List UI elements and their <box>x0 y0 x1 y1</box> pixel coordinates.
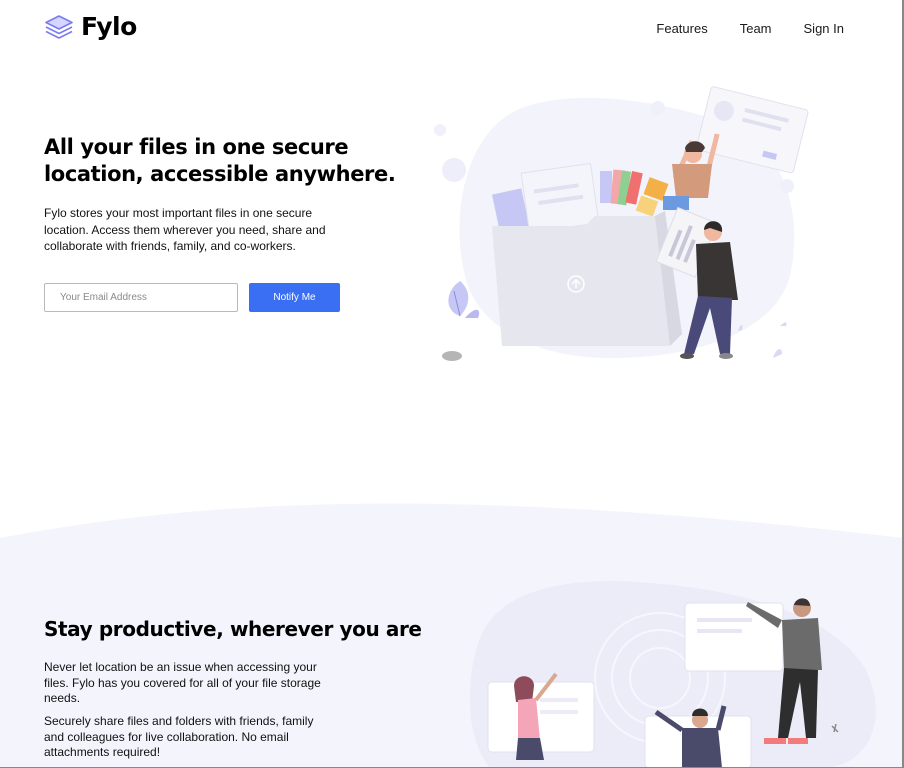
logo[interactable]: Fylo <box>44 12 137 41</box>
main-nav: Features Team Sign In <box>656 21 844 36</box>
hero-title: All your files in one secure location, a… <box>44 135 396 186</box>
section-title: Stay productive, wherever you are <box>44 617 422 641</box>
notify-me-button[interactable]: Notify Me <box>249 283 340 312</box>
hero-description: Fylo stores your most important files in… <box>44 206 326 253</box>
site-header: Fylo Features Team Sign In <box>0 0 904 56</box>
section-paragraph: Never let location be an issue when acce… <box>44 660 321 705</box>
nav-link-team[interactable]: Team <box>740 21 772 36</box>
brand-name: Fylo <box>81 12 137 41</box>
section-paragraph: Securely share files and folders with fr… <box>44 714 314 759</box>
productive-illustration <box>469 581 876 768</box>
nav-link-sign-in[interactable]: Sign In <box>804 21 844 36</box>
nav-link-features[interactable]: Features <box>656 21 707 36</box>
hero-illustration <box>434 86 809 361</box>
stack-layers-icon <box>45 14 73 39</box>
email-input[interactable] <box>44 283 238 312</box>
